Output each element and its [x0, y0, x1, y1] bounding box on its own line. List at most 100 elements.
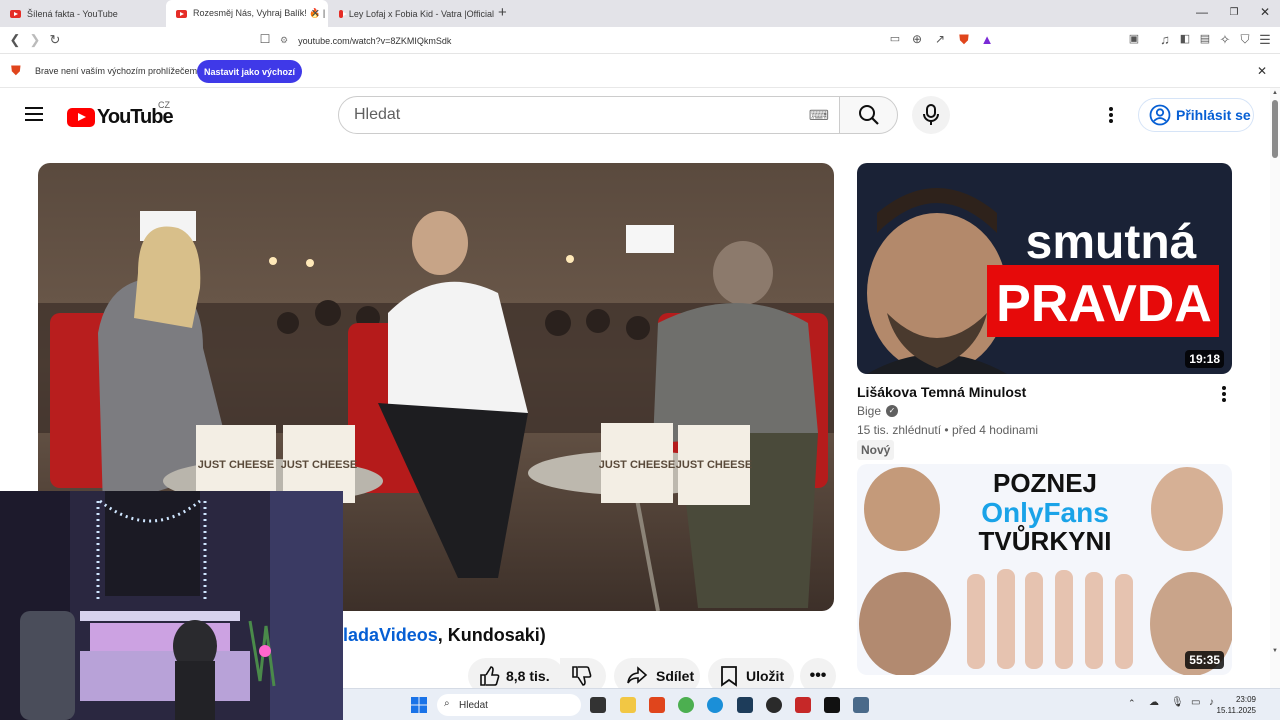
sidebar-thumbnail-2[interactable]: POZNEJ OnlyFans TVŮRKYNI 55:35: [857, 464, 1232, 675]
thumbs-down-icon: [572, 666, 592, 686]
wallet-icon[interactable]: ▤: [1196, 32, 1214, 45]
search-placeholder: Hledat: [354, 106, 401, 123]
tab-label: Rozesměj Nás, Vyhraj Balík! 🔥 |: [193, 8, 326, 18]
save-label: Uložit: [746, 668, 785, 684]
hamburger-menu-icon[interactable]: [25, 103, 43, 125]
voice-search-button[interactable]: [912, 96, 950, 134]
reload-icon[interactable]: ↻: [46, 32, 64, 48]
keyboard-icon[interactable]: ⌨: [809, 107, 829, 124]
search-button[interactable]: [839, 96, 898, 134]
media-icon[interactable]: ♫: [1156, 32, 1174, 47]
close-tab-icon[interactable]: ✕: [311, 7, 320, 20]
vpn-icon[interactable]: ⛉: [1236, 32, 1254, 47]
sidebar-thumbnail-1[interactable]: smutná PRAVDA 19:18: [857, 163, 1232, 374]
thumbnail-text: OnlyFans: [981, 497, 1109, 528]
thumbnail-image: POZNEJ OnlyFans TVŮRKYNI: [857, 464, 1232, 675]
search-input[interactable]: Hledat ⌨: [338, 96, 840, 134]
like-count: 8,8 tis.: [506, 668, 550, 684]
chrome-icon[interactable]: [678, 697, 694, 713]
brave-shields-icon[interactable]: ⛊: [955, 32, 973, 48]
webcam-overlay: [0, 491, 343, 720]
cheese-bag-label: JUST CHEESE: [599, 459, 675, 471]
thumbnail-text: TVŮRKYNI: [979, 524, 1112, 556]
show-hidden-icons-icon[interactable]: ⌃: [1128, 698, 1136, 709]
menu-icon[interactable]: ☰: [1256, 32, 1274, 48]
site-info-icon[interactable]: ⚙: [280, 35, 288, 46]
taskbar-clock[interactable]: 23:09 15.11.2025: [1217, 694, 1256, 716]
browser-tab-3[interactable]: Ley Lofaj x Fobia Kid - Vatra |Official: [329, 0, 494, 27]
youtube-play-icon: [67, 108, 95, 127]
cloud-icon[interactable]: ☁: [1149, 697, 1159, 708]
edge-icon[interactable]: [707, 697, 723, 713]
cheese-bag-label: JUST CHEESE: [676, 459, 752, 471]
more-horizontal-icon: •••: [809, 667, 827, 684]
browser-tab-2[interactable]: Rozesměj Nás, Vyhraj Balík! 🔥 | ✕: [166, 0, 328, 27]
reader-icon[interactable]: ◧: [1176, 32, 1194, 45]
windows-taskbar: ⌕ Hledat ⌃ ☁ 🎙 ▭ ♪ 23:09 15.11.2025: [343, 688, 1280, 720]
share-arrow-icon: [627, 666, 648, 684]
thumbnail-text: smutná: [1026, 216, 1197, 269]
restore-window-icon[interactable]: ❐: [1219, 7, 1249, 18]
sidebar-video-channel[interactable]: Bige ✓: [857, 404, 899, 418]
zoom-icon[interactable]: ⊕: [908, 32, 926, 46]
browser-tab-strip: Šílená fakta - YouTube Rozesměj Nás, Vyh…: [0, 0, 1280, 27]
taskbar-search[interactable]: ⌕ Hledat: [437, 694, 581, 716]
video-options-kebab-icon[interactable]: [1222, 386, 1226, 404]
sidebar-video-title[interactable]: Lišákova Temná Minulost: [857, 384, 1026, 400]
cast-icon[interactable]: ▭: [886, 32, 904, 45]
app-k-icon[interactable]: [737, 697, 753, 713]
youtube-logo[interactable]: YouTube CZ: [67, 100, 174, 129]
sidebar-toggle-icon[interactable]: ▣: [1125, 32, 1143, 45]
thumbnail-image: smutná PRAVDA: [857, 163, 1232, 374]
close-infobar-icon[interactable]: ✕: [1257, 64, 1267, 78]
app-icon[interactable]: [853, 697, 869, 713]
country-code: CZ: [158, 100, 170, 110]
volume-icon[interactable]: ♪: [1209, 697, 1214, 708]
set-default-button[interactable]: Nastavit jako výchozí: [197, 60, 302, 83]
brave-browser-icon[interactable]: [649, 697, 665, 713]
new-tab-button[interactable]: +: [498, 4, 507, 21]
cheese-bag-label: JUST CHEESE: [198, 459, 274, 471]
video-editor-icon[interactable]: [795, 697, 811, 713]
leo-ai-icon[interactable]: ✧: [1216, 32, 1234, 48]
file-explorer-icon[interactable]: [620, 697, 636, 713]
network-icon[interactable]: ▭: [1191, 697, 1200, 708]
account-icon: [1149, 104, 1171, 126]
microphone-tray-icon[interactable]: 🎙: [1171, 697, 1184, 708]
share-label: Sdílet: [656, 668, 695, 684]
back-icon[interactable]: ❮: [6, 32, 24, 48]
youtube-favicon-icon: [10, 9, 21, 18]
scroll-down-icon[interactable]: ▼: [1272, 648, 1278, 654]
page-scrollbar[interactable]: ▲ ▼: [1270, 88, 1280, 688]
scrollbar-thumb[interactable]: [1272, 100, 1278, 158]
bookmark-icon[interactable]: ☐: [256, 32, 274, 46]
youtube-favicon-icon: [339, 9, 347, 18]
tiktok-icon[interactable]: [824, 697, 840, 713]
brave-rewards-icon[interactable]: ▲: [978, 32, 996, 47]
cheese-bag-label: JUST CHEESE: [281, 459, 357, 471]
browser-tab-1[interactable]: Šílená fakta - YouTube: [0, 0, 165, 27]
obs-icon[interactable]: [766, 697, 782, 713]
title-text: , Kundosaki): [437, 625, 546, 645]
windows-start-icon[interactable]: [411, 697, 427, 713]
tab-label: Šílená fakta - YouTube: [27, 8, 118, 19]
default-browser-infobar: ⛊ Brave není vaším výchozím prohlížečem …: [0, 54, 1280, 88]
sign-in-button[interactable]: Přihlásit se: [1138, 98, 1254, 132]
close-window-icon[interactable]: ✕: [1250, 5, 1280, 19]
scroll-up-icon[interactable]: ▲: [1272, 90, 1278, 96]
upload-age: před 4 hodinami: [951, 423, 1038, 437]
settings-kebab-icon[interactable]: [1109, 107, 1113, 125]
youtube-header: YouTube CZ Hledat ⌨ Přihlásit se: [0, 88, 1270, 142]
title-channel-link[interactable]: ladaVideos: [343, 625, 438, 645]
url-text: youtube.com/watch?v=8ZKMIQkmSdk: [298, 35, 452, 46]
video-duration: 55:35: [1185, 651, 1224, 669]
thumbnail-text: PRAVDA: [996, 275, 1212, 333]
video-title: ladaVideos, Kundosaki): [343, 625, 546, 646]
minimize-window-icon[interactable]: —: [1187, 5, 1217, 19]
forward-icon[interactable]: ❯: [26, 32, 44, 48]
search-icon: ⌕: [444, 698, 450, 709]
task-view-icon[interactable]: [590, 697, 606, 713]
sidebar-video-stats: 15 tis. zhlédnutí • před 4 hodinami: [857, 423, 1038, 437]
share-icon[interactable]: ↗: [931, 32, 949, 46]
brave-logo-icon: ⛊: [11, 63, 21, 78]
